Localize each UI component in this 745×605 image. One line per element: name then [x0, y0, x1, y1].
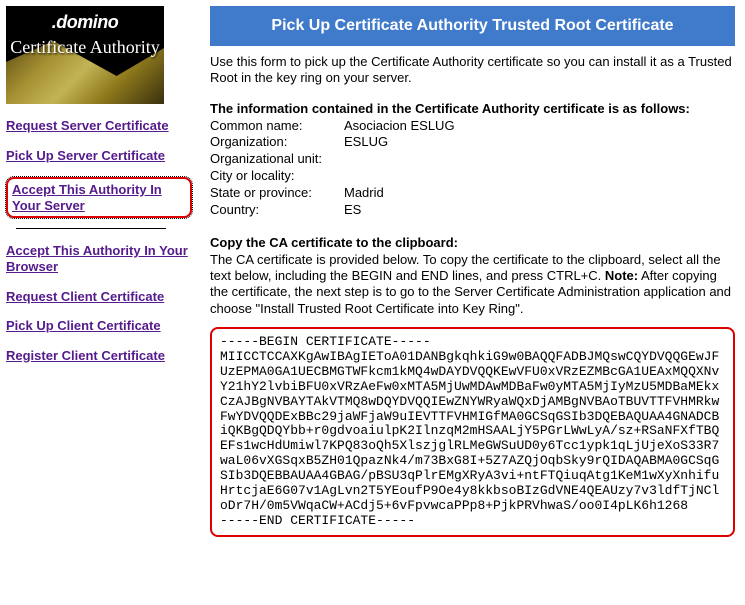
- table-row: Organizational unit:: [210, 151, 735, 168]
- logo-label: Certificate Authority: [6, 38, 164, 58]
- table-row: Common name: Asociacion ESLUG: [210, 118, 735, 135]
- table-row: State or province: Madrid: [210, 185, 735, 202]
- nav-request-server-cert[interactable]: Request Server Certificate: [6, 118, 192, 134]
- city-label: City or locality:: [210, 168, 344, 185]
- nav-register-client-cert[interactable]: Register Client Certificate: [6, 348, 192, 364]
- copy-heading: Copy the CA certificate to the clipboard…: [210, 235, 735, 250]
- nav-accept-authority-browser[interactable]: Accept This Authority In Your Browser: [6, 243, 192, 274]
- common-name-value: Asociacion ESLUG: [344, 118, 455, 135]
- state-value: Madrid: [344, 185, 384, 202]
- nav-pickup-server-cert[interactable]: Pick Up Server Certificate: [6, 148, 192, 164]
- page-title-banner: Pick Up Certificate Authority Trusted Ro…: [210, 6, 735, 46]
- logo-brand: .domino: [6, 6, 164, 33]
- copy-note-label: Note:: [605, 268, 638, 283]
- country-label: Country:: [210, 202, 344, 219]
- nav-request-client-cert[interactable]: Request Client Certificate: [6, 289, 192, 305]
- nav-accept-authority-server[interactable]: Accept This Authority In Your Server: [6, 177, 192, 218]
- organization-label: Organization:: [210, 134, 344, 151]
- intro-text: Use this form to pick up the Certificate…: [210, 54, 735, 87]
- table-row: City or locality:: [210, 168, 735, 185]
- sidebar-divider: [16, 228, 166, 229]
- table-row: Country: ES: [210, 202, 735, 219]
- country-value: ES: [344, 202, 361, 219]
- cert-info-table: Common name: Asociacion ESLUG Organizati…: [210, 118, 735, 219]
- state-label: State or province:: [210, 185, 344, 202]
- certificate-text[interactable]: -----BEGIN CERTIFICATE----- MIICCTCCAXKg…: [210, 327, 735, 537]
- info-heading: The information contained in the Certifi…: [210, 101, 735, 116]
- organization-value: ESLUG: [344, 134, 388, 151]
- table-row: Organization: ESLUG: [210, 134, 735, 151]
- common-name-label: Common name:: [210, 118, 344, 135]
- copy-instructions: The CA certificate is provided below. To…: [210, 252, 735, 317]
- logo: .domino Certificate Authority: [6, 6, 164, 104]
- nav-pickup-client-cert[interactable]: Pick Up Client Certificate: [6, 318, 192, 334]
- sidebar: .domino Certificate Authority Request Se…: [4, 4, 194, 543]
- org-unit-label: Organizational unit:: [210, 151, 344, 168]
- main-content: Pick Up Certificate Authority Trusted Ro…: [194, 4, 741, 543]
